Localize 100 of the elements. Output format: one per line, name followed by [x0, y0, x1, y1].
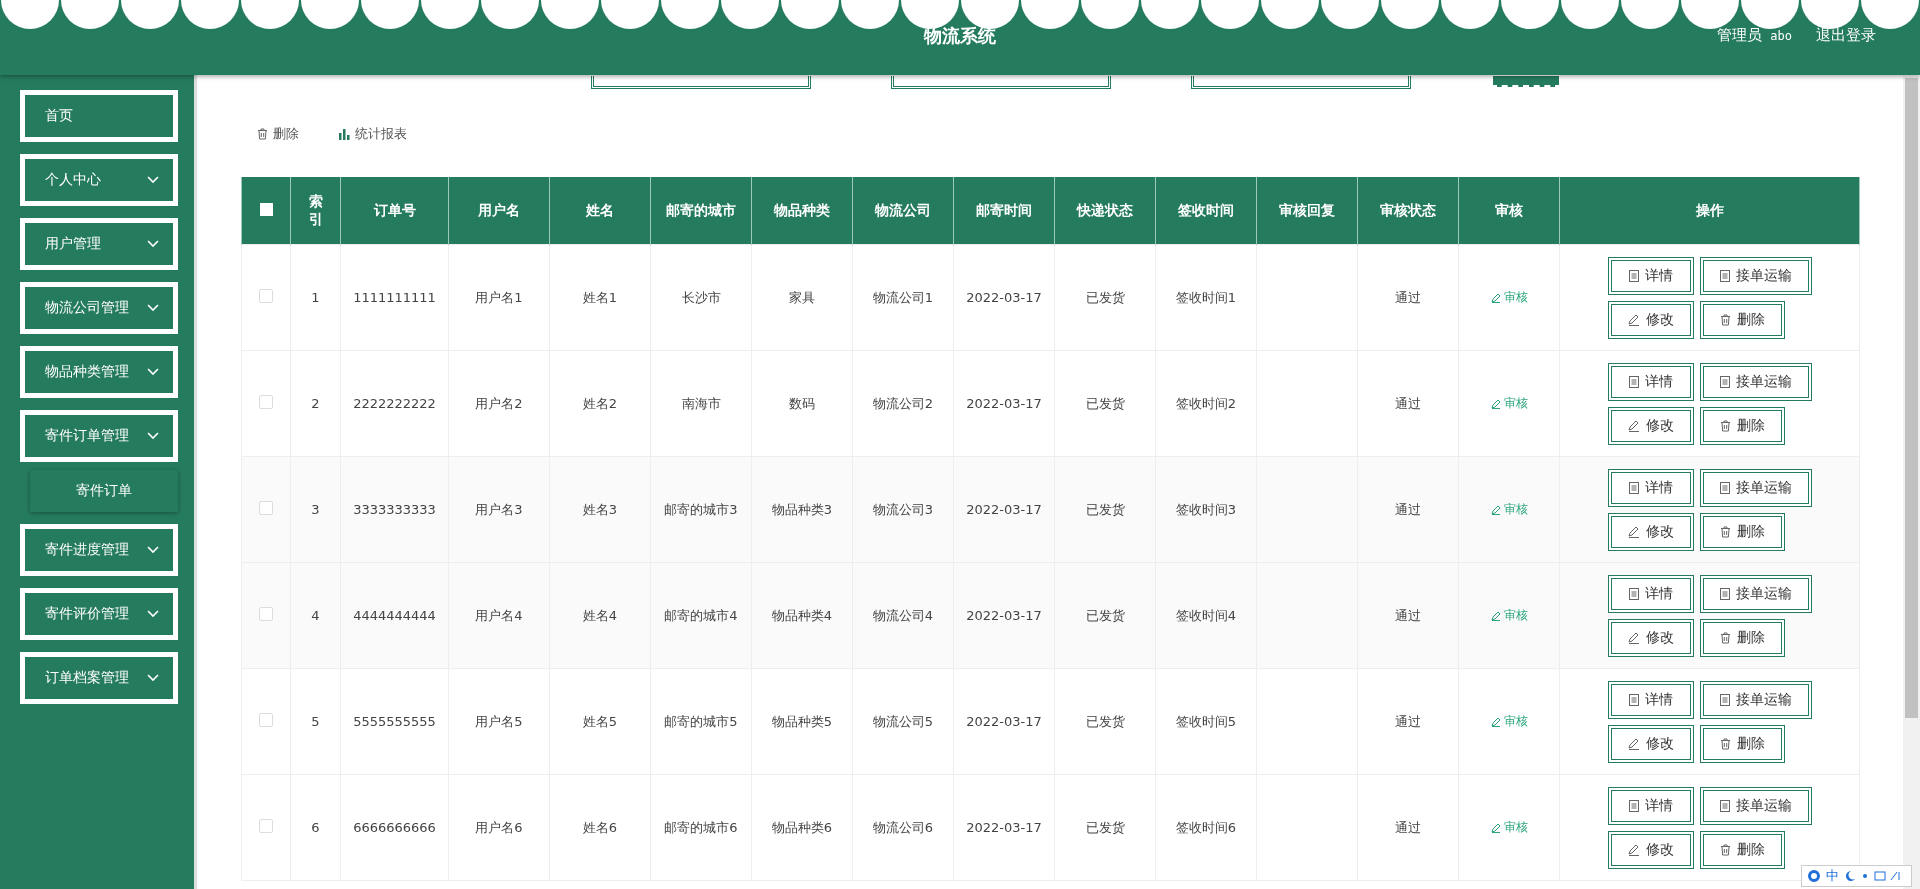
row-checkbox[interactable]: [259, 395, 273, 409]
table-cell: 物流公司2: [852, 350, 954, 457]
search-button[interactable]: [1491, 76, 1561, 87]
table-cell: 2022-03-17: [953, 668, 1055, 775]
action-button[interactable]: 接单运输: [1699, 786, 1812, 825]
table-cell: 通过: [1357, 350, 1459, 457]
column-header: 订单号: [340, 177, 449, 245]
chevron-down-icon: [147, 546, 159, 554]
action-button[interactable]: 详情: [1607, 574, 1694, 613]
sidebar-item[interactable]: 物流公司管理: [20, 282, 178, 334]
chevron-down-icon: [147, 176, 159, 184]
search-field[interactable]: [591, 76, 811, 89]
table-cell: 2022-03-17: [953, 456, 1055, 563]
ime-toolbar[interactable]: 中: [1801, 865, 1912, 887]
action-button[interactable]: 接单运输: [1699, 256, 1812, 295]
trash-icon: [1719, 631, 1731, 644]
action-button[interactable]: 详情: [1607, 680, 1694, 719]
table-cell: 南海市: [650, 350, 752, 457]
table-cell: 签收时间3: [1155, 456, 1257, 563]
action-button[interactable]: 修改: [1607, 512, 1694, 551]
action-button[interactable]: 删除: [1699, 724, 1785, 763]
document-icon: [1628, 587, 1639, 600]
pencil-icon: [1490, 504, 1501, 515]
action-button[interactable]: 详情: [1607, 256, 1694, 295]
table-cell: 已发货: [1054, 774, 1156, 881]
table-cell: 通过: [1357, 244, 1459, 351]
column-header: 审核: [1458, 177, 1560, 245]
pencil-icon: [1490, 398, 1501, 409]
action-button[interactable]: 接单运输: [1699, 362, 1812, 401]
action-button[interactable]: 详情: [1607, 468, 1694, 507]
document-icon: [1628, 375, 1639, 388]
select-all-checkbox[interactable]: [259, 202, 273, 216]
action-button[interactable]: 删除: [1699, 618, 1785, 657]
action-button[interactable]: 修改: [1607, 300, 1694, 339]
pencil-icon: [1627, 419, 1640, 432]
trash-icon: [257, 128, 268, 140]
action-button[interactable]: 修改: [1607, 618, 1694, 657]
sidebar-item[interactable]: 首页: [20, 90, 178, 142]
action-button[interactable]: 删除: [1699, 830, 1785, 869]
search-field[interactable]: [891, 76, 1111, 89]
sidebar-item[interactable]: 寄件评价管理: [20, 588, 178, 640]
trash-icon: [1719, 843, 1731, 856]
row-checkbox[interactable]: [259, 501, 273, 515]
action-button[interactable]: 删除: [1699, 512, 1785, 551]
logout-link[interactable]: 退出登录: [1816, 26, 1876, 45]
table-cell: 物品种类4: [751, 562, 853, 669]
document-icon: [1719, 481, 1730, 494]
table-cell: 姓名5: [549, 668, 651, 775]
action-button[interactable]: 接单运输: [1699, 468, 1812, 507]
table-cell: 签收时间6: [1155, 774, 1257, 881]
table-cell: 邮寄的城市5: [650, 668, 752, 775]
table-cell: 签收时间2: [1155, 350, 1257, 457]
table-cell: 通过: [1357, 456, 1459, 563]
table-cell: 通过: [1357, 774, 1459, 881]
sidebar-item[interactable]: 寄件进度管理: [20, 524, 178, 576]
table-cell: 物品种类3: [751, 456, 853, 563]
column-header: 用户名: [448, 177, 550, 245]
pencil-icon: [1627, 631, 1640, 644]
table-cell: 用户名5: [448, 668, 550, 775]
username: abo: [1770, 29, 1792, 43]
scrollbar[interactable]: [1903, 76, 1920, 889]
action-button[interactable]: 接单运输: [1699, 574, 1812, 613]
table-cell: 用户名4: [448, 562, 550, 669]
action-button[interactable]: 详情: [1607, 786, 1694, 825]
sidebar-item[interactable]: 用户管理: [20, 218, 178, 270]
document-icon: [1628, 799, 1639, 812]
table-cell: 5555555555: [340, 668, 449, 775]
sidebar-item[interactable]: 物品种类管理: [20, 346, 178, 398]
table-cell: 用户名6: [448, 774, 550, 881]
pencil-icon: [1627, 737, 1640, 750]
row-checkbox[interactable]: [259, 289, 273, 303]
table-cell: 签收时间4: [1155, 562, 1257, 669]
document-icon: [1628, 481, 1639, 494]
row-checkbox[interactable]: [259, 713, 273, 727]
chevron-down-icon: [147, 610, 159, 618]
column-header: 索引: [290, 177, 341, 245]
toolbar-button[interactable]: 统计报表: [339, 125, 407, 143]
pencil-icon: [1490, 292, 1501, 303]
chevron-down-icon: [147, 368, 159, 376]
action-button[interactable]: 删除: [1699, 300, 1785, 339]
search-field[interactable]: [1191, 76, 1411, 89]
sidebar-item[interactable]: 个人中心: [20, 154, 178, 206]
action-button[interactable]: 接单运输: [1699, 680, 1812, 719]
table-cell: 5: [290, 668, 341, 775]
row-checkbox[interactable]: [259, 819, 273, 833]
action-button[interactable]: 修改: [1607, 830, 1694, 869]
action-button[interactable]: 详情: [1607, 362, 1694, 401]
row-checkbox[interactable]: [259, 607, 273, 621]
column-header: 签收时间: [1155, 177, 1257, 245]
sidebar-item[interactable]: 订单档案管理: [20, 652, 178, 704]
sidebar-item[interactable]: 寄件订单管理: [20, 410, 178, 462]
toolbar-button[interactable]: 删除: [257, 125, 299, 143]
action-button[interactable]: 删除: [1699, 406, 1785, 445]
action-button[interactable]: 修改: [1607, 724, 1694, 763]
trash-icon: [1719, 419, 1731, 432]
sidebar-subitem[interactable]: 寄件订单: [30, 470, 178, 512]
table-cell: 长沙市: [650, 244, 752, 351]
table-cell: 姓名2: [549, 350, 651, 457]
pencil-icon: [1627, 843, 1640, 856]
action-button[interactable]: 修改: [1607, 406, 1694, 445]
